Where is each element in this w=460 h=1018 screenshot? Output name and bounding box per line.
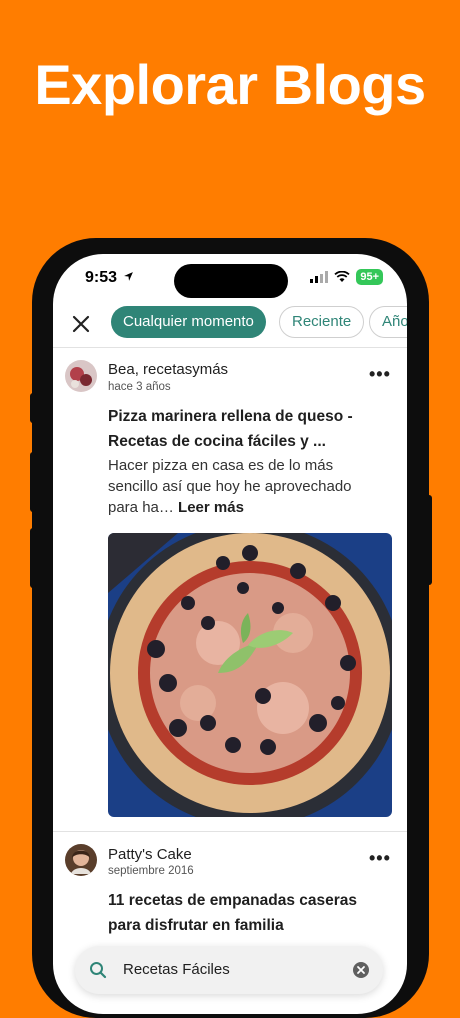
battery-indicator: 95+: [356, 269, 383, 285]
phone-volume-up: [30, 452, 36, 512]
phone-volume-down: [30, 528, 36, 588]
post-title[interactable]: 11 recetas de empanadas caseras para dis…: [108, 888, 378, 938]
more-options-icon[interactable]: •••: [369, 364, 391, 385]
search-bar[interactable]: Recetas Fáciles: [75, 946, 383, 994]
filter-chip-reciente[interactable]: Reciente: [279, 306, 365, 338]
dynamic-island: [174, 264, 288, 298]
read-more-link[interactable]: Leer más: [178, 499, 244, 516]
avatar[interactable]: [65, 360, 97, 392]
status-time: 9:53: [85, 269, 134, 287]
clear-search-icon[interactable]: [353, 962, 369, 978]
post-divider: [53, 831, 407, 832]
post-title[interactable]: Pizza marinera rellena de queso - Receta…: [108, 404, 378, 454]
phone-power-button: [426, 495, 432, 585]
signal-icon: [310, 271, 329, 283]
post-author[interactable]: Bea, recetasymás: [108, 361, 228, 378]
search-icon: [90, 962, 107, 979]
filter-bar: Cualquier momento Reciente Año: [53, 306, 407, 346]
search-input[interactable]: Recetas Fáciles: [123, 961, 230, 978]
post-date: hace 3 años: [108, 381, 171, 393]
filter-chip-cualquier-momento[interactable]: Cualquier momento: [111, 306, 266, 338]
promo-headline: Explorar Blogs: [34, 53, 426, 116]
filter-chip-ano[interactable]: Año: [369, 306, 407, 338]
post-date: septiembre 2016: [108, 865, 194, 877]
wifi-icon: [334, 271, 350, 282]
status-icons: 95+: [310, 269, 383, 285]
avatar[interactable]: [65, 844, 97, 876]
filter-divider: [53, 347, 407, 348]
location-arrow-icon: [124, 272, 134, 281]
close-icon[interactable]: [69, 312, 93, 336]
post-author[interactable]: Patty's Cake: [108, 846, 192, 863]
post-image[interactable]: [108, 533, 392, 817]
phone-action-button: [30, 393, 36, 423]
more-options-icon[interactable]: •••: [369, 848, 391, 869]
post-excerpt: Hacer pizza en casa es de lo más sencill…: [108, 457, 352, 516]
app-screen: 9:53 95+ Cualquier momento Reciente Año: [53, 254, 407, 1014]
